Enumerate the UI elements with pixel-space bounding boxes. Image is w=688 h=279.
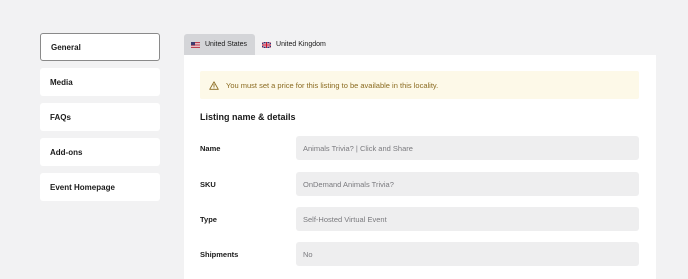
type-field[interactable]: Self-Hosted Virtual Event (296, 207, 639, 231)
sidebar-item-faqs[interactable]: FAQs (40, 103, 160, 131)
price-warning-notice: You must set a price for this listing to… (200, 71, 639, 99)
sidebar-item-add-ons[interactable]: Add-ons (40, 138, 160, 166)
name-field[interactable]: Animals Trivia? | Click and Share (296, 136, 639, 160)
sku-row: SKU OnDemand Animals Trivia? (200, 172, 639, 196)
listing-panel: You must set a price for this listing to… (184, 55, 656, 279)
sidebar-item-label: Add-ons (50, 147, 83, 157)
tab-label: United Kingdom (276, 41, 326, 48)
sidebar-item-label: Event Homepage (50, 182, 115, 192)
us-flag-icon (191, 41, 200, 48)
sidebar-item-event-homepage[interactable]: Event Homepage (40, 173, 160, 201)
sidebar-item-media[interactable]: Media (40, 68, 160, 96)
sidebar: General Media FAQs Add-ons Event Homepag… (40, 33, 160, 208)
sidebar-item-general[interactable]: General (40, 33, 160, 61)
shipments-label: Shipments (200, 249, 239, 259)
tab-united-states[interactable]: United States (184, 34, 256, 55)
sidebar-item-label: General (51, 42, 81, 52)
sku-field[interactable]: OnDemand Animals Trivia? (296, 172, 639, 196)
shipments-row: Shipments No (200, 242, 639, 266)
warning-icon (209, 80, 219, 90)
notice-text: You must set a price for this listing to… (226, 80, 439, 90)
locality-tabs: United States United Kingdom (184, 34, 334, 55)
name-row: Name Animals Trivia? | Click and Share (200, 136, 639, 160)
shipments-field[interactable]: No (296, 242, 639, 266)
sidebar-item-label: Media (50, 77, 73, 87)
section-title: Listing name & details (200, 112, 296, 122)
sidebar-item-label: FAQs (50, 112, 71, 122)
tab-label: United States (205, 41, 248, 48)
sku-label: SKU (200, 179, 216, 189)
tab-united-kingdom[interactable]: United Kingdom (255, 34, 334, 55)
name-label: Name (200, 143, 221, 153)
uk-flag-icon (262, 41, 272, 48)
type-label: Type (200, 214, 217, 224)
type-row: Type Self-Hosted Virtual Event (200, 207, 639, 231)
